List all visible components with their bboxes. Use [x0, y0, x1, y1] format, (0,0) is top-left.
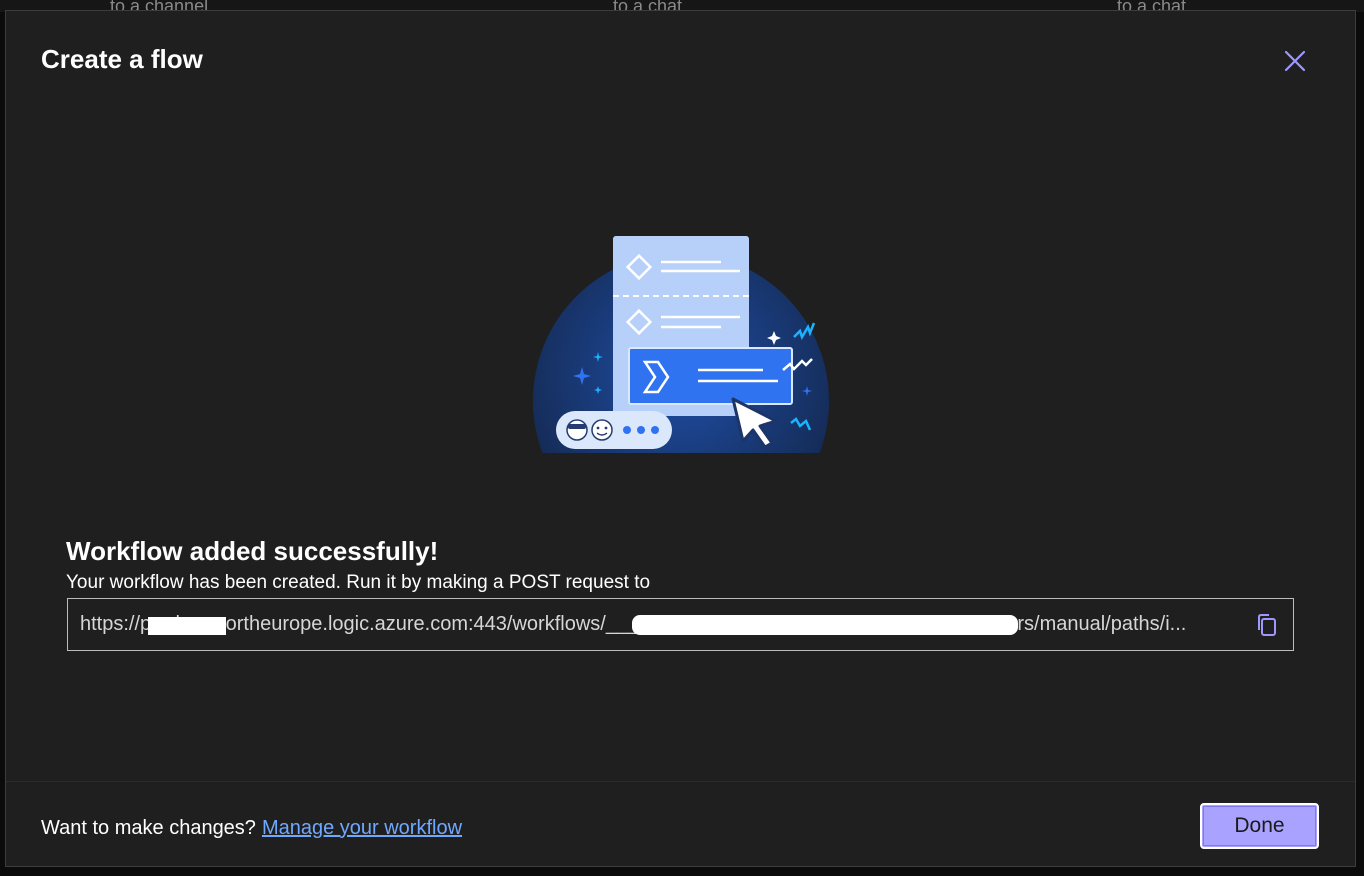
footer-prompt-text: Want to make changes?	[41, 817, 256, 839]
copy-url-button[interactable]	[1255, 612, 1279, 638]
success-title: Workflow added successfully!	[66, 536, 439, 566]
close-button[interactable]	[1281, 47, 1309, 75]
workflow-url-field[interactable]: https://prod-__.northeurope.logic.azure.…	[67, 598, 1294, 651]
copy-icon	[1258, 614, 1276, 636]
close-icon	[1284, 50, 1306, 72]
create-flow-dialog: Create a flow Workflow added successfull…	[5, 10, 1356, 867]
dialog-title: Create a flow	[41, 44, 203, 74]
manage-workflow-link[interactable]: Manage your workflow	[262, 817, 462, 839]
workflow-illustration	[528, 236, 838, 463]
footer-prompt: Want to make changes? Manage your workflo…	[41, 817, 462, 840]
done-button[interactable]: Done	[1200, 803, 1319, 849]
redaction-mark	[148, 617, 226, 635]
footer-divider	[6, 781, 1355, 782]
success-description: Your workflow has been created. Run it b…	[66, 572, 651, 593]
redaction-mark	[632, 615, 1018, 635]
